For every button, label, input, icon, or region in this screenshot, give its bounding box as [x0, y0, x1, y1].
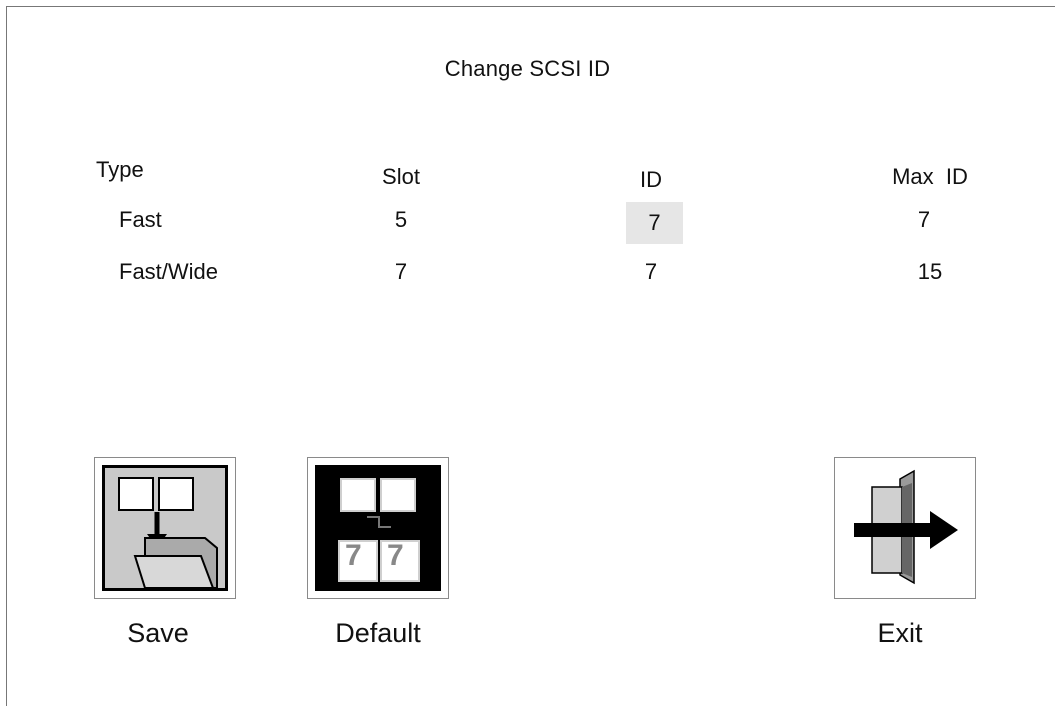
svg-text:7: 7: [387, 539, 404, 572]
exit-button-label: Exit: [877, 618, 923, 648]
column-header-id: ID: [640, 167, 662, 192]
column-header-max-id: Max ID: [892, 164, 968, 189]
row-slot-cell: 5: [394, 207, 408, 232]
save-button[interactable]: [94, 457, 236, 599]
default-button-label: Default: [335, 618, 421, 648]
exit-button[interactable]: [834, 457, 976, 599]
svg-text:7: 7: [345, 539, 362, 572]
row-type-cell: Fast/Wide: [119, 259, 219, 284]
column-header-type: Type: [96, 157, 144, 182]
default-ids-icon: 7 7: [315, 465, 441, 591]
row-id-value: 7: [648, 210, 661, 235]
scsi-id-field[interactable]: 7: [645, 259, 657, 285]
default-button[interactable]: 7 7: [307, 457, 449, 599]
row-max-id-cell: 15: [917, 259, 943, 284]
page-title: Change SCSI ID: [444, 56, 611, 81]
row-max-id-cell: 7: [917, 207, 931, 232]
screen-frame: [6, 6, 1055, 706]
row-slot-cell: 7: [394, 259, 408, 284]
exit-door-icon: [854, 469, 958, 585]
save-button-label: Save: [127, 618, 189, 648]
column-header-slot: Slot: [382, 164, 420, 189]
save-folder-icon: [105, 468, 225, 589]
row-type-cell: Fast: [119, 207, 162, 232]
scsi-id-selected-field[interactable]: 7: [626, 202, 683, 244]
